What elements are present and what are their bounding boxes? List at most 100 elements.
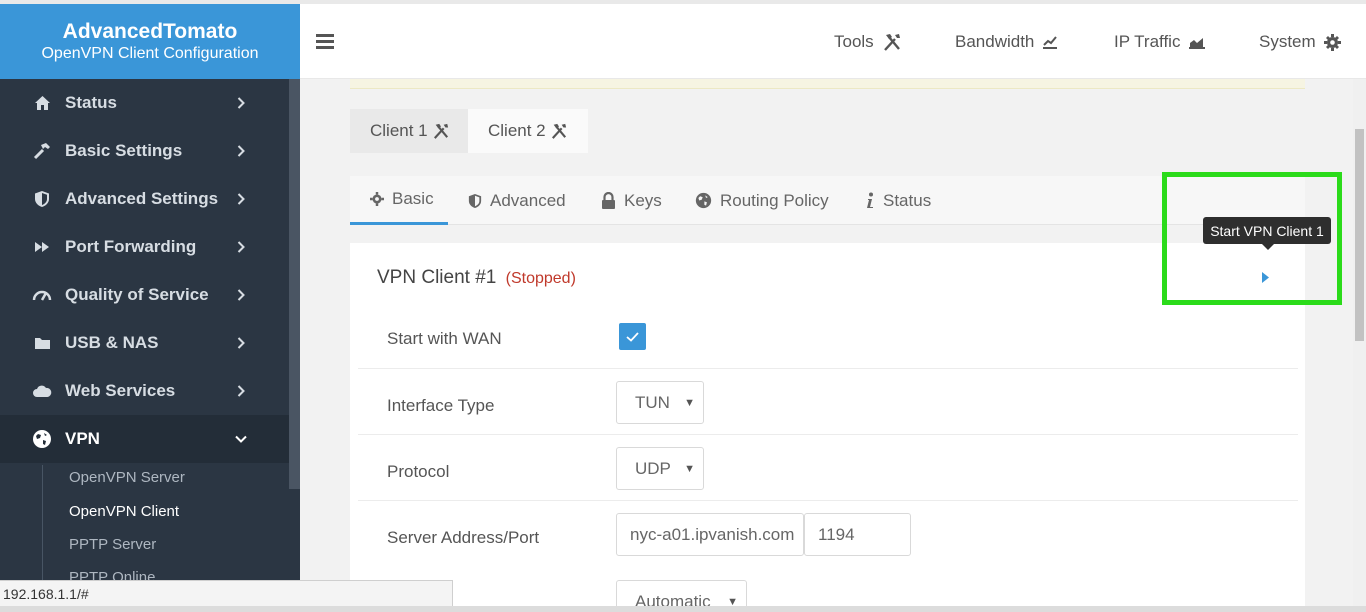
sidebar-item-advanced-settings[interactable]: Advanced Settings (0, 175, 289, 223)
gear-icon (1323, 33, 1341, 51)
subtab-label: Basic (392, 189, 434, 208)
form-row-start-with-wan: Start with WAN (358, 309, 1298, 369)
top-header: Tools Bandwidth IP Traffic System (300, 4, 1366, 79)
subtab-label: Status (883, 190, 932, 210)
area-chart-icon (1188, 35, 1206, 49)
field-label: Server Address/Port (387, 528, 540, 547)
client-tab-label: Client 2 (488, 121, 546, 140)
client-tab-label: Client 1 (370, 121, 428, 140)
tools-icon (432, 123, 450, 139)
chevron-right-icon (231, 145, 251, 157)
tab-client-1[interactable]: Client 1 (350, 109, 470, 153)
sidebar-item-label: Port Forwarding (65, 237, 197, 256)
tab-status[interactable]: Status (865, 176, 931, 225)
check-icon (626, 331, 639, 342)
scrollbar-thumb[interactable] (1355, 129, 1364, 341)
chevron-right-icon (231, 385, 251, 397)
sidebar-item-vpn[interactable]: VPN (0, 415, 289, 463)
tab-advanced[interactable]: Advanced (468, 176, 566, 225)
sidebar-item-label: Quality of Service (65, 285, 209, 304)
header-link-tools[interactable]: Tools (834, 32, 902, 52)
sidebar-item-basic-settings[interactable]: Basic Settings (0, 127, 289, 175)
shield-icon (468, 193, 482, 209)
header-link-system[interactable]: System (1259, 32, 1341, 52)
cloud-icon (30, 385, 54, 398)
tab-basic[interactable]: Basic (350, 176, 448, 225)
sidebar-item-label: Basic Settings (65, 141, 183, 160)
server-address-input[interactable]: nyc-a01.ipvanish.com (616, 513, 804, 556)
subtab-label: Keys (624, 190, 662, 210)
globe-icon (30, 429, 54, 449)
input-value: nyc-a01.ipvanish.com (630, 524, 795, 544)
folder-icon (30, 336, 54, 350)
submenu-item-pptp-server[interactable]: PPTP Server (69, 536, 156, 553)
sidebar-item-label: USB & NAS (65, 333, 159, 352)
sidebar: Status Basic Settings Advanced Settings … (0, 79, 300, 612)
tab-keys[interactable]: Keys (601, 176, 662, 225)
sidebar-item-label: Status (65, 93, 117, 112)
status-badge: (Stopped) (505, 270, 576, 287)
select-value: TUN (635, 392, 670, 412)
brand-header[interactable]: AdvancedTomato OpenVPN Client Configurat… (0, 4, 300, 79)
tab-client-2[interactable]: Client 2 (468, 109, 588, 153)
select-value: UDP (635, 458, 671, 478)
chevron-right-icon (231, 241, 251, 253)
chevron-down-icon (231, 435, 251, 443)
header-link-bandwidth[interactable]: Bandwidth (955, 32, 1058, 52)
server-port-input[interactable]: 1194 (804, 513, 911, 556)
header-link-ip-traffic[interactable]: IP Traffic (1114, 32, 1206, 52)
chevron-right-icon (231, 97, 251, 109)
brand-subtitle: OpenVPN Client Configuration (41, 45, 259, 62)
interface-type-select[interactable]: TUN ▼ (616, 381, 704, 424)
gauge-icon (30, 288, 54, 302)
input-value: 1194 (818, 524, 855, 544)
home-icon (30, 95, 54, 111)
submenu-item-openvpn-client[interactable]: OpenVPN Client (69, 503, 179, 520)
field-label: Start with WAN (387, 329, 502, 348)
sidebar-item-label: Web Services (65, 381, 176, 400)
info-icon (865, 192, 875, 209)
header-link-label: IP Traffic (1114, 32, 1181, 51)
gear-icon (370, 192, 384, 206)
field-label: Interface Type (387, 396, 495, 415)
subtab-label: Advanced (490, 190, 566, 210)
protocol-select[interactable]: UDP ▼ (616, 447, 704, 490)
sidebar-item-quality-of-service[interactable]: Quality of Service (0, 271, 289, 319)
globe-icon (695, 192, 712, 209)
chevron-right-icon (231, 193, 251, 205)
form-row-interface-type: Interface Type (358, 369, 1298, 435)
menu-toggle-button[interactable] (316, 34, 334, 50)
page-scrollbar[interactable] (1353, 79, 1366, 612)
form-row-protocol: Protocol (358, 435, 1298, 501)
sidebar-item-status[interactable]: Status (0, 79, 289, 127)
tools-icon (550, 123, 568, 139)
line-chart-icon (1042, 35, 1058, 49)
bottom-taskbar (0, 606, 1366, 612)
sidebar-item-label: VPN (65, 429, 100, 448)
sidebar-item-port-forwarding[interactable]: Port Forwarding (0, 223, 289, 271)
notice-strip (350, 79, 1305, 89)
caret-down-icon: ▼ (684, 462, 695, 475)
sidebar-scrollbar[interactable] (289, 79, 300, 489)
caret-down-icon: ▼ (684, 396, 695, 409)
tab-routing-policy[interactable]: Routing Policy (695, 176, 829, 225)
forward-icon (30, 241, 54, 253)
brand-title: AdvancedTomato (62, 20, 238, 43)
submenu-item-openvpn-server[interactable]: OpenVPN Server (69, 469, 185, 486)
chevron-right-icon (231, 337, 251, 349)
submenu-guide-line (42, 465, 43, 585)
start-with-wan-checkbox[interactable] (619, 323, 646, 350)
tools-icon (882, 33, 902, 51)
sidebar-item-web-services[interactable]: Web Services (0, 367, 289, 415)
panel-title: VPN Client #1 (Stopped) (377, 267, 576, 289)
browser-status-bar: 192.168.1.1/# (0, 580, 453, 607)
chevron-right-icon (231, 289, 251, 301)
hammer-icon (30, 141, 54, 161)
highlight-annotation (1162, 172, 1342, 305)
field-label: Protocol (387, 462, 450, 481)
main-content: Client 1 Client 2 Basic Advanced Keys Ro… (300, 79, 1353, 612)
panel-title-text: VPN Client #1 (377, 267, 497, 288)
header-link-label: Bandwidth (955, 32, 1035, 51)
sidebar-item-usb-nas[interactable]: USB & NAS (0, 319, 289, 367)
shield-icon (30, 190, 54, 208)
